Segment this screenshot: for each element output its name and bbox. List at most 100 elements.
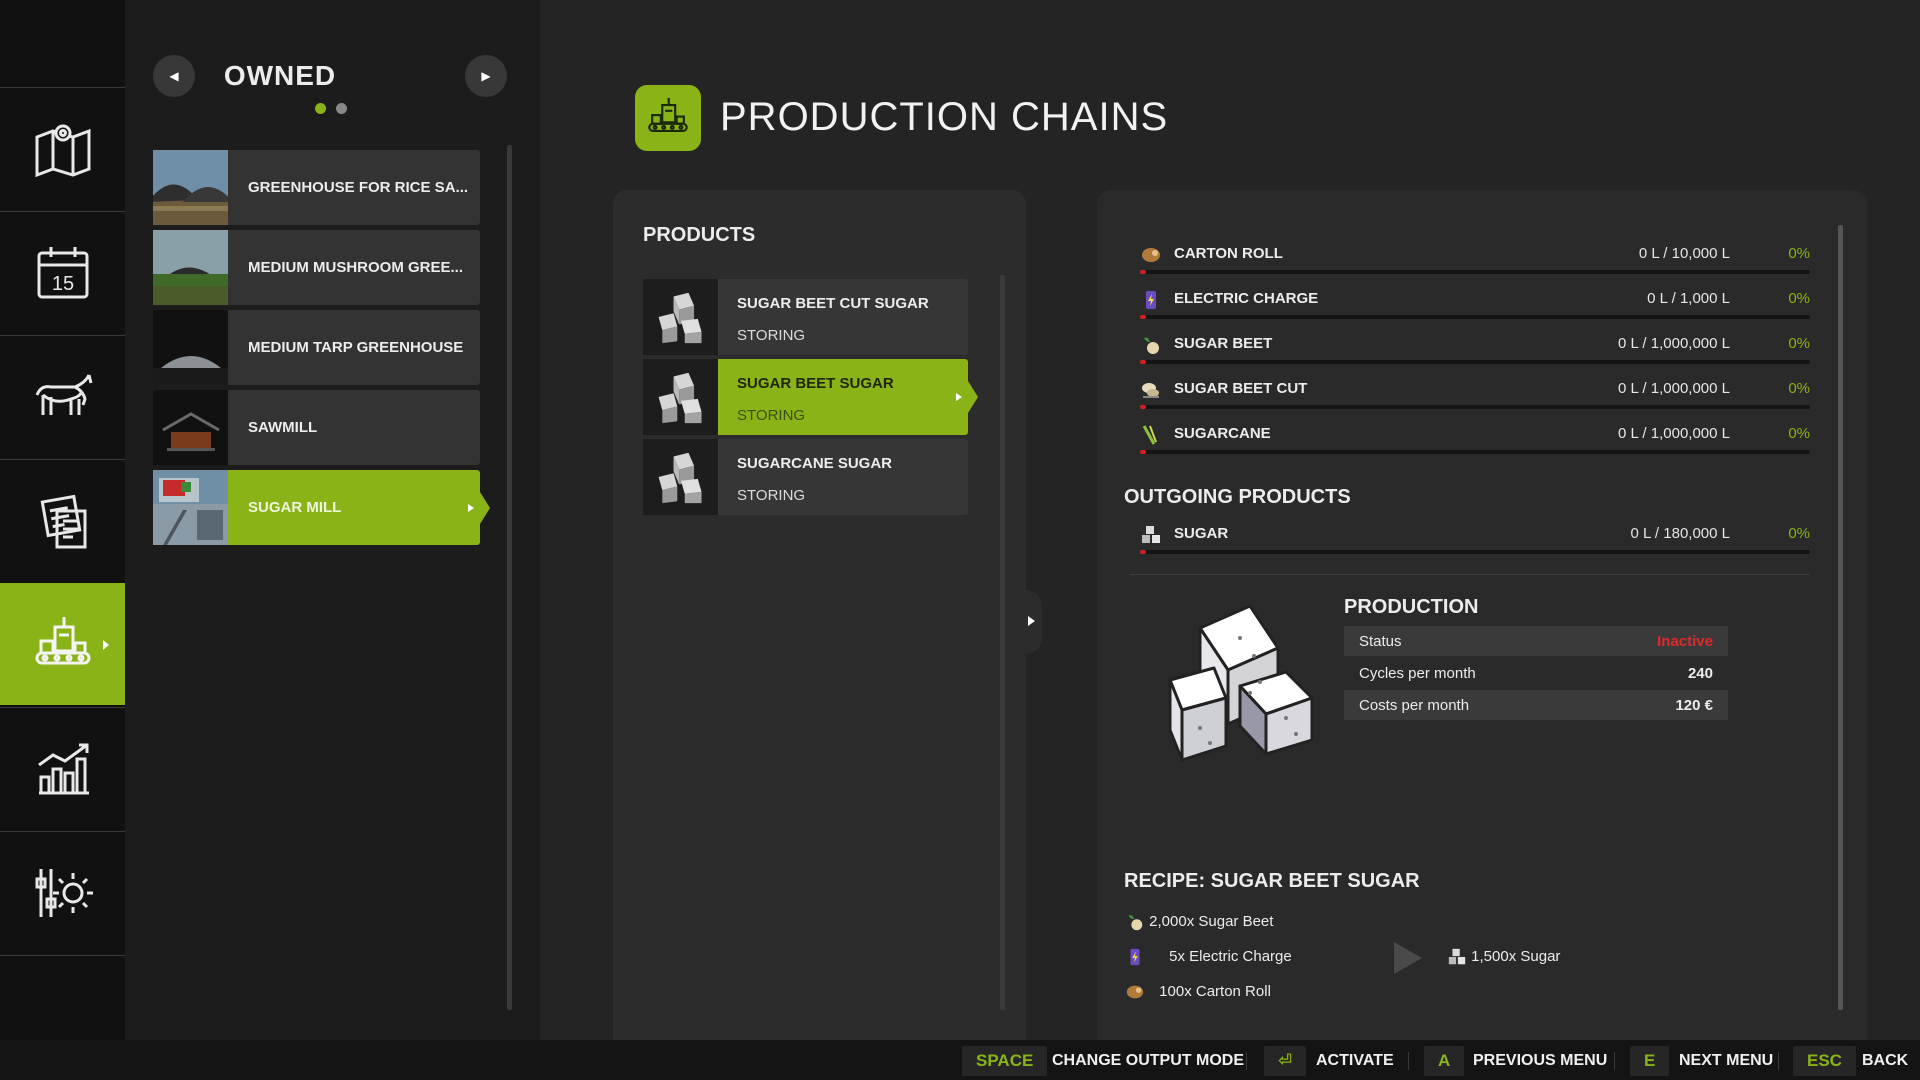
sugar-beet-icon [1128, 915, 1143, 931]
collapse-tab[interactable] [1026, 590, 1042, 654]
nav-settings[interactable] [0, 831, 125, 953]
nav-production[interactable] [0, 583, 135, 705]
key-a[interactable]: A [1424, 1046, 1465, 1076]
page-dot-1[interactable] [315, 103, 326, 114]
sugarcane-icon [1142, 425, 1157, 445]
owned-scrollbar[interactable] [507, 145, 512, 1010]
owned-item-mushroom-greenhouse[interactable]: MEDIUM MUSHROOM GREE... [153, 230, 480, 305]
nav-statistics[interactable] [0, 707, 125, 829]
key-enter-icon[interactable]: ⏎ [1264, 1046, 1307, 1076]
sugar-cubes-icon [643, 359, 718, 435]
production-status-row: Status Inactive [1344, 626, 1728, 656]
mushroom-greenhouse-thumbnail [153, 230, 228, 305]
sugar-cubes-icon [643, 439, 718, 515]
status-value: Inactive [1657, 633, 1713, 650]
previous-menu-button[interactable]: PREVIOUS MENU [1473, 1052, 1607, 1070]
animals-icon [35, 373, 92, 415]
product-status: STORING [737, 487, 806, 504]
page-dot-2[interactable] [336, 103, 347, 114]
product-sugar-beet-sugar[interactable]: SUGAR BEET SUGAR STORING [643, 359, 978, 435]
owned-item-sugar-mill[interactable]: SUGAR MILL [153, 470, 490, 545]
owned-item-label: SAWMILL [248, 419, 318, 436]
back-button[interactable]: BACK [1862, 1052, 1908, 1070]
sugar-cubes-icon [643, 279, 718, 355]
resource-row-carton-roll: CARTON ROLL 0 L / 10,000 L 0% [1140, 240, 1810, 276]
resource-row-sugarcane: SUGARCANE 0 L / 1,000,000 L 0% [1140, 420, 1810, 456]
settings-icon [35, 868, 93, 917]
greenhouse-thumbnail [153, 150, 228, 225]
products-scrollbar[interactable] [1000, 275, 1005, 1010]
product-name: SUGAR BEET CUT SUGAR [737, 295, 929, 312]
product-name: SUGAR BEET SUGAR [737, 375, 894, 392]
recipe-title: RECIPE: SUGAR BEET SUGAR [1124, 870, 1420, 892]
fill-bar [1140, 550, 1810, 554]
sugar-icon [1142, 526, 1160, 543]
resource-row-sugar-beet: SUGAR BEET 0 L / 1,000,000 L 0% [1140, 330, 1810, 366]
fill-bar [1140, 405, 1810, 409]
product-sugarcane-sugar[interactable]: SUGARCANE SUGAR STORING [643, 439, 968, 515]
nav-calendar[interactable]: 15 [0, 211, 125, 333]
fill-bar [1140, 360, 1810, 364]
map-icon [35, 124, 90, 177]
electric-charge-icon [1146, 291, 1156, 309]
nav-animals[interactable] [0, 335, 125, 457]
fill-bar [1140, 270, 1810, 274]
owned-item-sawmill[interactable]: SAWMILL [153, 390, 480, 465]
page-title: PRODUCTION CHAINS [720, 95, 1169, 139]
products-panel: PRODUCTS SUGAR BEET CUT SUGAR STORING SU… [613, 190, 1026, 1040]
nav-map[interactable] [0, 87, 125, 209]
owned-item-label: MEDIUM MUSHROOM GREE... [248, 259, 464, 276]
product-status: STORING [737, 327, 806, 344]
recipe-arrow-icon [1394, 942, 1422, 974]
arrow-right-icon: ▶ [481, 69, 491, 83]
owned-title: OWNED [223, 60, 337, 91]
recipe-input: 5x Electric Charge [1125, 947, 1292, 967]
recipe-input: 100x Carton Roll [1125, 982, 1271, 1002]
outgoing-products-title: OUTGOING PRODUCTS [1124, 486, 1351, 508]
calendar-icon: 15 [37, 246, 88, 298]
production-title: PRODUCTION [1344, 596, 1479, 618]
product-status: STORING [737, 407, 806, 424]
fill-bar [1140, 450, 1810, 454]
recipe-input: 2,000x Sugar Beet [1125, 912, 1273, 932]
sugar-cubes-image [1168, 604, 1314, 762]
production-cycles-row: Cycles per month 240 [1359, 665, 1713, 682]
sawmill-thumbnail [153, 390, 228, 465]
owned-item-label: MEDIUM TARP GREENHOUSE [248, 339, 464, 356]
input-hints-bar: SPACE CHANGE OUTPUT MODE ⏎ ACTIVATE A PR… [0, 1040, 1920, 1080]
sugar-beet-icon [1144, 337, 1159, 354]
sugar-beet-cut-icon [1142, 383, 1159, 398]
tarp-greenhouse-thumbnail [153, 310, 228, 385]
key-e[interactable]: E [1630, 1046, 1670, 1076]
production-chains-icon [635, 85, 701, 151]
sugar-icon [1448, 948, 1466, 965]
svg-text:15: 15 [51, 273, 73, 295]
owned-item-tarp-greenhouse[interactable]: MEDIUM TARP GREENHOUSE [153, 310, 480, 385]
next-menu-button[interactable]: NEXT MENU [1679, 1052, 1773, 1070]
carton-roll-icon [1142, 248, 1160, 262]
details-scrollbar[interactable] [1838, 225, 1843, 1010]
nav-contracts[interactable] [0, 459, 125, 581]
electric-charge-icon [1130, 948, 1140, 966]
production-icon [35, 616, 90, 664]
owned-item-label: GREENHOUSE FOR RICE SA... [248, 179, 469, 196]
chevron-right-icon [468, 503, 474, 512]
chevron-right-icon [956, 393, 962, 401]
activate-button[interactable]: ACTIVATE [1316, 1052, 1394, 1070]
chevron-right-icon [1028, 616, 1035, 626]
resource-row-sugar: SUGAR 0 L / 180,000 L 0% [1140, 520, 1810, 556]
fill-bar [1140, 315, 1810, 319]
product-sugar-beet-cut-sugar[interactable]: SUGAR BEET CUT SUGAR STORING [643, 279, 968, 355]
contracts-icon [40, 494, 86, 548]
owned-item-label: SUGAR MILL [248, 499, 342, 516]
next-page-button[interactable]: ▶ [465, 55, 507, 97]
production-costs-row: Costs per month 120 € [1344, 690, 1728, 720]
key-space[interactable]: SPACE [962, 1046, 1048, 1076]
key-esc[interactable]: ESC [1793, 1046, 1856, 1076]
main-nav: 15 [0, 0, 135, 1040]
resource-row-sugar-beet-cut: SUGAR BEET CUT 0 L / 1,000,000 L 0% [1140, 375, 1810, 411]
resource-row-electric-charge: ELECTRIC CHARGE 0 L / 1,000 L 0% [1140, 285, 1810, 321]
change-output-mode-button[interactable]: CHANGE OUTPUT MODE [1052, 1052, 1244, 1070]
recipe-output: 1,500x Sugar [1447, 947, 1560, 967]
owned-item-greenhouse-rice[interactable]: GREENHOUSE FOR RICE SA... [153, 150, 480, 225]
